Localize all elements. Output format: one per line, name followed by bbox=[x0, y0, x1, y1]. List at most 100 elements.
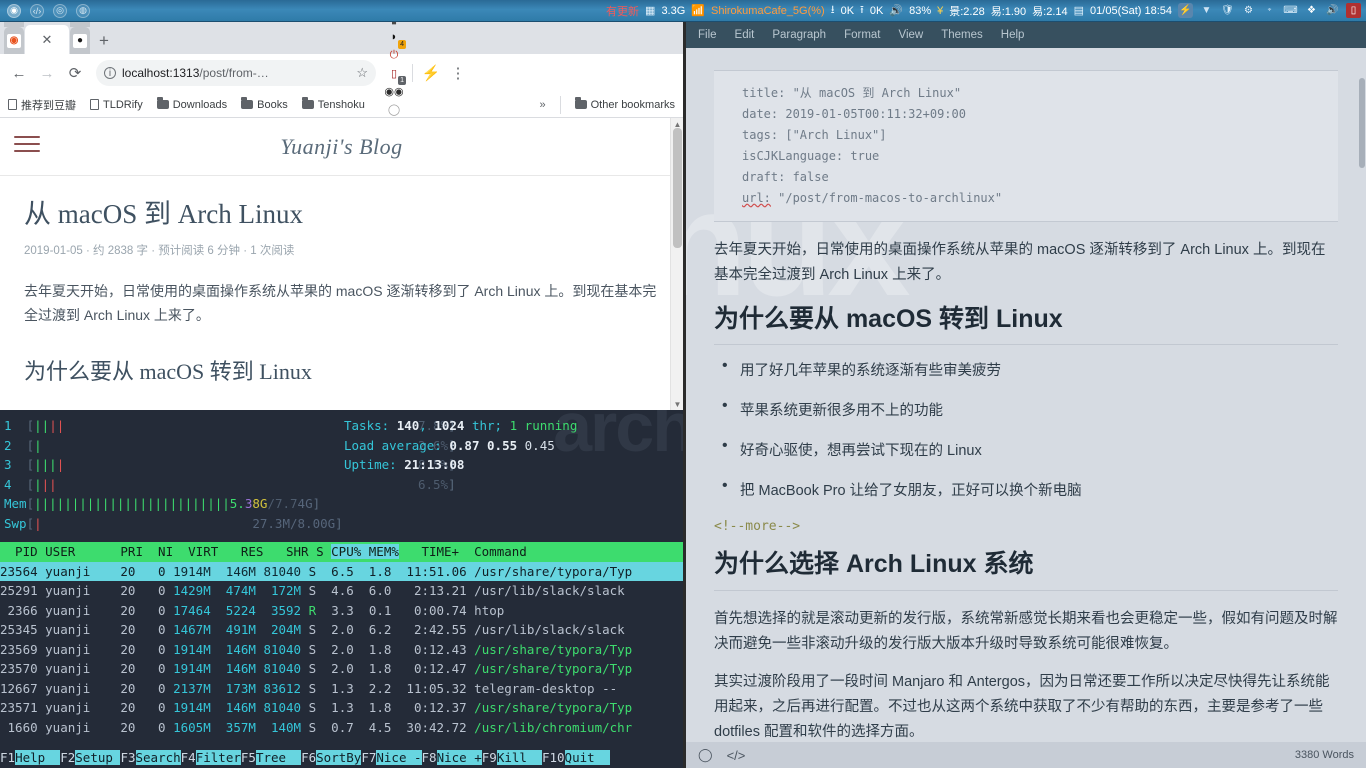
markdown-content[interactable]: 去年夏天开始，日常使用的桌面操作系统从苹果的 macOS 逐渐转移到了 Arch… bbox=[714, 222, 1338, 742]
htop-function-keys[interactable]: F1Help F2Setup F3SearchF4FilterF5Tree F6… bbox=[0, 748, 683, 768]
table-row[interactable]: 23571 yuanji 20 0 1914M 146M 81040 S 1.3… bbox=[0, 698, 683, 718]
menu-hamburger-icon[interactable] bbox=[14, 136, 40, 157]
fkey-f2-key[interactable]: F2 bbox=[60, 750, 75, 765]
bookmark-tenshoku[interactable]: Tenshoku bbox=[302, 99, 365, 111]
bookmark-star-icon[interactable]: ☆ bbox=[356, 65, 368, 81]
workspace-switcher[interactable]: ◉ ‹/› ◎ ◍ bbox=[0, 4, 90, 18]
fkey-f2-label[interactable]: Setup bbox=[75, 750, 120, 765]
fkey-f5-key[interactable]: F5 bbox=[241, 750, 256, 765]
table-row[interactable]: 25345 yuanji 20 0 1467M 491M 204M S 2.0 … bbox=[0, 620, 683, 640]
fkey-f4-key[interactable]: F4 bbox=[181, 750, 196, 765]
source-code-icon[interactable]: </> bbox=[727, 748, 746, 763]
workspace-ws-1[interactable]: ◉ bbox=[7, 4, 21, 18]
menu-paragraph[interactable]: Paragraph bbox=[772, 29, 826, 41]
fkey-f9-label[interactable]: Kill bbox=[497, 750, 542, 765]
frontmatter-line-1[interactable]: date: 2019-01-05T00:11:32+09:00 bbox=[742, 104, 1338, 125]
page-scrollbar[interactable]: ▲ ▼ bbox=[670, 118, 683, 410]
reload-button[interactable]: ⟳ bbox=[62, 60, 88, 86]
fkey-f7-label[interactable]: Nice - bbox=[376, 750, 421, 765]
fkey-f5-label[interactable]: Tree bbox=[256, 750, 301, 765]
ext-icon-tampermonkey[interactable]: ◗4 bbox=[385, 28, 403, 46]
shield-icon[interactable]: 🛡 bbox=[1220, 3, 1235, 18]
bookmarks-overflow-button[interactable]: » bbox=[540, 99, 546, 111]
blog-site-title[interactable]: Yuanji's Blog bbox=[0, 134, 683, 160]
yaml-front-matter-block[interactable]: title: "从 macOS 到 Arch Linux"date: 2019-… bbox=[714, 70, 1338, 222]
frontmatter-line-3[interactable]: isCJKLanguage: true bbox=[742, 146, 1338, 167]
workspace-ws-3[interactable]: ◎ bbox=[53, 4, 67, 18]
typora-document-body[interactable]: nux title: "从 macOS 到 Arch Linux"date: 2… bbox=[686, 48, 1366, 742]
chrome-menu-button[interactable]: ⋮ bbox=[445, 60, 471, 86]
fkey-f10-key[interactable]: F10 bbox=[542, 750, 565, 765]
fkey-f6-key[interactable]: F6 bbox=[301, 750, 316, 765]
spinner-icon[interactable]: ◯ bbox=[698, 747, 713, 763]
frontmatter-line-4[interactable]: draft: false bbox=[742, 167, 1338, 188]
scroll-down-arrow-icon[interactable]: ▼ bbox=[671, 398, 683, 410]
typora-scrollbar[interactable] bbox=[1359, 78, 1365, 168]
table-row[interactable]: 23569 yuanji 20 0 1914M 146M 81040 S 2.0… bbox=[0, 640, 683, 660]
volume-speaker-icon[interactable]: 🔊 bbox=[889, 4, 903, 17]
menu-file[interactable]: File bbox=[698, 29, 717, 41]
bookmark-douban[interactable]: 推荐到豆瓣 bbox=[8, 97, 76, 113]
dropbox-icon[interactable]: ❖ bbox=[1304, 3, 1319, 18]
lastpass-icon[interactable]: ▯ bbox=[1346, 3, 1361, 18]
table-row[interactable]: 23570 yuanji 20 0 1914M 146M 81040 S 2.0… bbox=[0, 659, 683, 679]
table-row[interactable]: 12667 yuanji 20 0 2137M 173M 83612 S 1.3… bbox=[0, 679, 683, 699]
back-button[interactable]: ← bbox=[6, 60, 32, 86]
table-row[interactable]: 1660 yuanji 20 0 1605M 357M 140M S 0.7 4… bbox=[0, 718, 683, 738]
table-row[interactable]: 25291 yuanji 20 0 1429M 474M 172M S 4.6 … bbox=[0, 581, 683, 601]
table-row[interactable]: 2366 yuanji 20 0 17464 5224 3592 R 3.3 0… bbox=[0, 601, 683, 621]
bluetooth-icon[interactable]: ᛭ bbox=[1262, 3, 1277, 18]
ext-icon-bulb[interactable]: ◯ bbox=[385, 100, 403, 118]
htop-process-table[interactable]: PID USER PRI NI VIRT RES SHR S CPU% MEM%… bbox=[0, 542, 683, 738]
fkey-f8-label[interactable]: Nice + bbox=[437, 750, 482, 765]
fkey-f1-key[interactable]: F1 bbox=[0, 750, 15, 765]
update-indicator[interactable]: 有更新 bbox=[606, 3, 639, 19]
new-tab-button[interactable]: + bbox=[91, 27, 117, 54]
menu-help[interactable]: Help bbox=[1001, 29, 1025, 41]
fkey-f10-label[interactable]: Quit bbox=[565, 750, 610, 765]
scrollbar-thumb[interactable] bbox=[673, 128, 682, 248]
ty-paragraph-3[interactable]: 其实过渡阶段用了一段时间 Manjaro 和 Antergos，因为日常还要工作… bbox=[714, 670, 1338, 743]
ty-heading-2[interactable]: 为什么选择 Arch Linux 系统 bbox=[714, 548, 1338, 591]
menu-themes[interactable]: Themes bbox=[941, 29, 983, 41]
table-row[interactable]: 23564 yuanji 20 0 1914M 146M 81040 S 6.5… bbox=[0, 562, 683, 582]
workspace-ws-4[interactable]: ◍ bbox=[76, 4, 90, 18]
bookmark-books[interactable]: Books bbox=[241, 99, 288, 111]
fkey-f4-label[interactable]: Filter bbox=[196, 750, 241, 765]
frontmatter-line-0[interactable]: title: "从 macOS 到 Arch Linux" bbox=[742, 83, 1338, 104]
fkey-f7-key[interactable]: F7 bbox=[361, 750, 376, 765]
volume-icon[interactable]: 🔊 bbox=[1325, 3, 1340, 18]
ext-icon-glasses[interactable]: ◉◉ bbox=[385, 82, 403, 100]
workspace-ws-2[interactable]: ‹/› bbox=[30, 4, 44, 18]
profile-avatar[interactable]: ⚡ bbox=[422, 64, 440, 82]
ty-paragraph-1[interactable]: 去年夏天开始，日常使用的桌面操作系统从苹果的 macOS 逐渐转移到了 Arch… bbox=[714, 238, 1338, 289]
ty-paragraph-2[interactable]: 首先想选择的就是滚动更新的发行版，系统常新感觉长期来看也会更稳定一些，假如有问题… bbox=[714, 607, 1338, 658]
htop-terminal[interactable]: arch 1 [|||| 7.8%]2 [| 2.6%]3 [|||| 8.5%… bbox=[0, 410, 683, 768]
site-info-icon[interactable]: i bbox=[104, 67, 116, 79]
list-item[interactable]: 把 MacBook Pro 让给了女朋友，正好可以换个新电脑 bbox=[714, 479, 1338, 500]
keyboard-icon[interactable]: ⌨ bbox=[1283, 3, 1298, 18]
other-bookmarks-folder[interactable]: Other bookmarks bbox=[575, 99, 675, 111]
typora-menu-bar[interactable]: FileEditParagraphFormatViewThemesHelp bbox=[686, 22, 1366, 48]
list-item[interactable]: 苹果系统更新很多用不上的功能 bbox=[714, 399, 1338, 420]
ty-bullet-list[interactable]: 用了好几年苹果的系统逐渐有些审美疲劳苹果系统更新很多用不上的功能好奇心驱使，想再… bbox=[714, 359, 1338, 500]
battery-icon[interactable]: ⚡ bbox=[1178, 3, 1193, 18]
bookmark-downloads[interactable]: Downloads bbox=[157, 99, 227, 111]
list-item[interactable]: 好奇心驱使，想再尝试下现在的 Linux bbox=[714, 439, 1338, 460]
ty-heading-1[interactable]: 为什么要从 macOS 转到 Linux bbox=[714, 303, 1338, 346]
bookmark-tldrify[interactable]: TLDRify bbox=[90, 99, 143, 111]
address-bar[interactable]: i localhost:1313/post/from-… ☆ bbox=[96, 60, 376, 86]
frontmatter-line-5[interactable]: url: "/post/from-macos-to-archlinux" bbox=[742, 188, 1338, 209]
close-icon[interactable]: ✕ bbox=[42, 32, 53, 48]
fkey-f6-label[interactable]: SortBy bbox=[316, 750, 361, 765]
chrome-tab-strip[interactable]: ☁⊿JS◯JS●◣●MIG▲▤G●●GV●▤G◉ ✕ GWG▥●⚡G● + bbox=[0, 22, 683, 54]
fkey-f8-key[interactable]: F8 bbox=[422, 750, 437, 765]
ext-icon-lastpass[interactable]: ▯1 bbox=[385, 64, 403, 82]
ext-icon-ublock[interactable]: ⏻ bbox=[385, 46, 403, 64]
frontmatter-line-2[interactable]: tags: ["Arch Linux"] bbox=[742, 125, 1338, 146]
menu-format[interactable]: Format bbox=[844, 29, 880, 41]
fkey-f3-key[interactable]: F3 bbox=[120, 750, 135, 765]
fkey-f9-key[interactable]: F9 bbox=[482, 750, 497, 765]
tab-ubuntu[interactable]: ◉ bbox=[4, 27, 24, 54]
ty-more-comment[interactable]: <!--more--> bbox=[714, 519, 1338, 534]
